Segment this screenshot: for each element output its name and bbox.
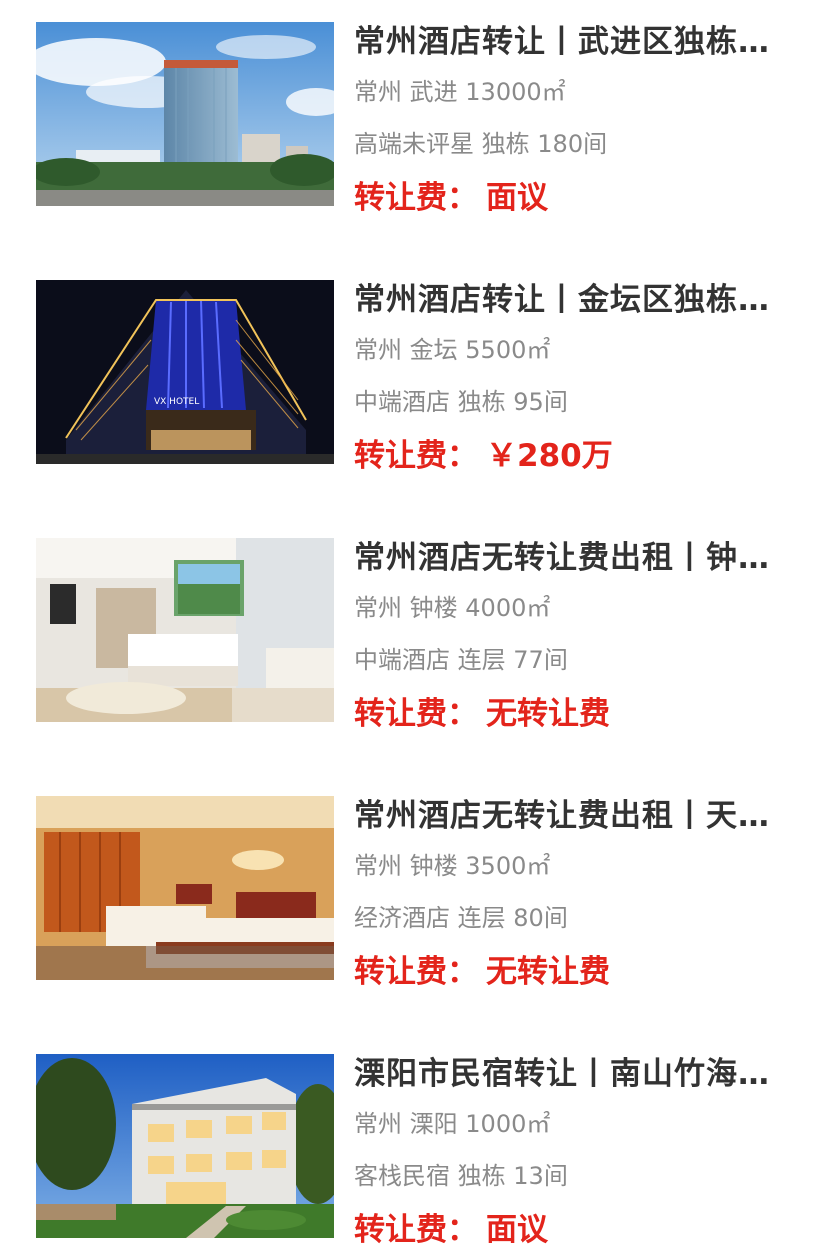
listing-fee: 转让费： 无转让费 bbox=[354, 952, 800, 992]
listing-fee: 转让费： ￥280万 bbox=[354, 436, 800, 476]
hotel-tower-daytime-photo[interactable] bbox=[36, 22, 334, 206]
listing-info: 溧阳市民宿转让丨南山竹海… 常州 溧阳 1000㎡ 客栈民宿 独栋 13间 转让… bbox=[354, 1054, 800, 1250]
listing-specs: 客栈民宿 独栋 13间 bbox=[354, 1160, 800, 1192]
listing-location: 常州 武进 13000㎡ bbox=[354, 76, 800, 108]
listing-title[interactable]: 常州酒店转让丨武进区独栋… bbox=[354, 22, 800, 62]
fee-label: 转让费： bbox=[354, 696, 478, 732]
fee-value: ￥280万 bbox=[486, 438, 613, 474]
listing-rooms: 95间 bbox=[513, 388, 568, 416]
listing-card[interactable]: 常州酒店无转让费出租丨钟… 常州 钟楼 4000㎡ 中端酒店 连层 77间 转让… bbox=[0, 538, 828, 732]
listing-location: 常州 溧阳 1000㎡ bbox=[354, 1108, 800, 1140]
listing-card[interactable]: VX HOTEL 常州酒店转让丨金坛区独栋… 常州 金坛 5500㎡ 中端酒店 … bbox=[0, 280, 828, 474]
listing-building: 独栋 bbox=[481, 130, 530, 158]
hotel-night-lights-photo[interactable]: VX HOTEL bbox=[36, 280, 334, 464]
listing-location: 常州 钟楼 3500㎡ bbox=[354, 850, 800, 882]
listing-building: 连层 bbox=[457, 646, 506, 674]
guesthouse-dusk-photo[interactable] bbox=[36, 1054, 334, 1238]
listing-rooms: 180间 bbox=[537, 130, 608, 158]
listing-rooms: 80间 bbox=[513, 904, 568, 932]
listing-specs: 中端酒店 独栋 95间 bbox=[354, 386, 800, 418]
fee-value: 面议 bbox=[486, 180, 548, 216]
listing-rooms: 77间 bbox=[513, 646, 568, 674]
listing-district: 溧阳 bbox=[409, 1110, 458, 1138]
listing-area: 4000㎡ bbox=[465, 594, 551, 622]
listing-location: 常州 金坛 5500㎡ bbox=[354, 334, 800, 366]
listing-area: 5500㎡ bbox=[465, 336, 551, 364]
hotel-room-bright-photo[interactable] bbox=[36, 538, 334, 722]
listing-area: 1000㎡ bbox=[465, 1110, 551, 1138]
fee-label: 转让费： bbox=[354, 954, 478, 990]
listing-info: 常州酒店转让丨武进区独栋… 常州 武进 13000㎡ 高端未评星 独栋 180间… bbox=[354, 22, 800, 218]
listing-card[interactable]: 常州酒店转让丨武进区独栋… 常州 武进 13000㎡ 高端未评星 独栋 180间… bbox=[0, 22, 828, 216]
listing-area: 3500㎡ bbox=[465, 852, 551, 880]
listing-location: 常州 钟楼 4000㎡ bbox=[354, 592, 800, 624]
listing-title[interactable]: 溧阳市民宿转让丨南山竹海… bbox=[354, 1054, 800, 1094]
fee-value: 无转让费 bbox=[486, 696, 610, 732]
listing-building: 连层 bbox=[457, 904, 506, 932]
listing-grade: 中端酒店 bbox=[354, 388, 450, 416]
listing-city: 常州 bbox=[354, 78, 402, 106]
listing-area: 13000㎡ bbox=[465, 78, 566, 106]
listing-rooms: 13间 bbox=[513, 1162, 568, 1190]
listing-city: 常州 bbox=[354, 852, 402, 880]
listing-building: 独栋 bbox=[457, 388, 506, 416]
listing-card[interactable]: 溧阳市民宿转让丨南山竹海… 常州 溧阳 1000㎡ 客栈民宿 独栋 13间 转让… bbox=[0, 1054, 828, 1248]
hotel-room-warm-photo[interactable] bbox=[36, 796, 334, 980]
listing-district: 金坛 bbox=[409, 336, 458, 364]
listing-grade: 高端未评星 bbox=[354, 130, 474, 158]
listing-fee: 转让费： 无转让费 bbox=[354, 694, 800, 734]
listing-building: 独栋 bbox=[457, 1162, 506, 1190]
fee-label: 转让费： bbox=[354, 1212, 478, 1248]
fee-label: 转让费： bbox=[354, 438, 478, 474]
listing-city: 常州 bbox=[354, 1110, 402, 1138]
svg-text:VX HOTEL: VX HOTEL bbox=[154, 397, 199, 407]
fee-label: 转让费： bbox=[354, 180, 478, 216]
listing-info: 常州酒店无转让费出租丨天… 常州 钟楼 3500㎡ 经济酒店 连层 80间 转让… bbox=[354, 796, 800, 992]
fee-value: 面议 bbox=[486, 1212, 548, 1248]
listing-card[interactable]: 常州酒店无转让费出租丨天… 常州 钟楼 3500㎡ 经济酒店 连层 80间 转让… bbox=[0, 796, 828, 990]
listing-info: 常州酒店转让丨金坛区独栋… 常州 金坛 5500㎡ 中端酒店 独栋 95间 转让… bbox=[354, 280, 800, 476]
listing-specs: 中端酒店 连层 77间 bbox=[354, 644, 800, 676]
listing-district: 钟楼 bbox=[409, 594, 458, 622]
listing-info: 常州酒店无转让费出租丨钟… 常州 钟楼 4000㎡ 中端酒店 连层 77间 转让… bbox=[354, 538, 800, 734]
listing-city: 常州 bbox=[354, 336, 402, 364]
listing-district: 钟楼 bbox=[409, 852, 458, 880]
listing-list: 常州酒店转让丨武进区独栋… 常州 武进 13000㎡ 高端未评星 独栋 180间… bbox=[0, 0, 828, 1257]
listing-grade: 中端酒店 bbox=[354, 646, 450, 674]
listing-grade: 经济酒店 bbox=[354, 904, 450, 932]
listing-district: 武进 bbox=[409, 78, 458, 106]
listing-title[interactable]: 常州酒店转让丨金坛区独栋… bbox=[354, 280, 800, 320]
listing-specs: 经济酒店 连层 80间 bbox=[354, 902, 800, 934]
listing-specs: 高端未评星 独栋 180间 bbox=[354, 128, 800, 160]
listing-fee: 转让费： 面议 bbox=[354, 1210, 800, 1250]
listing-title[interactable]: 常州酒店无转让费出租丨天… bbox=[354, 796, 800, 836]
fee-value: 无转让费 bbox=[486, 954, 610, 990]
listing-fee: 转让费： 面议 bbox=[354, 178, 800, 218]
listing-title[interactable]: 常州酒店无转让费出租丨钟… bbox=[354, 538, 800, 578]
listing-city: 常州 bbox=[354, 594, 402, 622]
listing-grade: 客栈民宿 bbox=[354, 1162, 450, 1190]
